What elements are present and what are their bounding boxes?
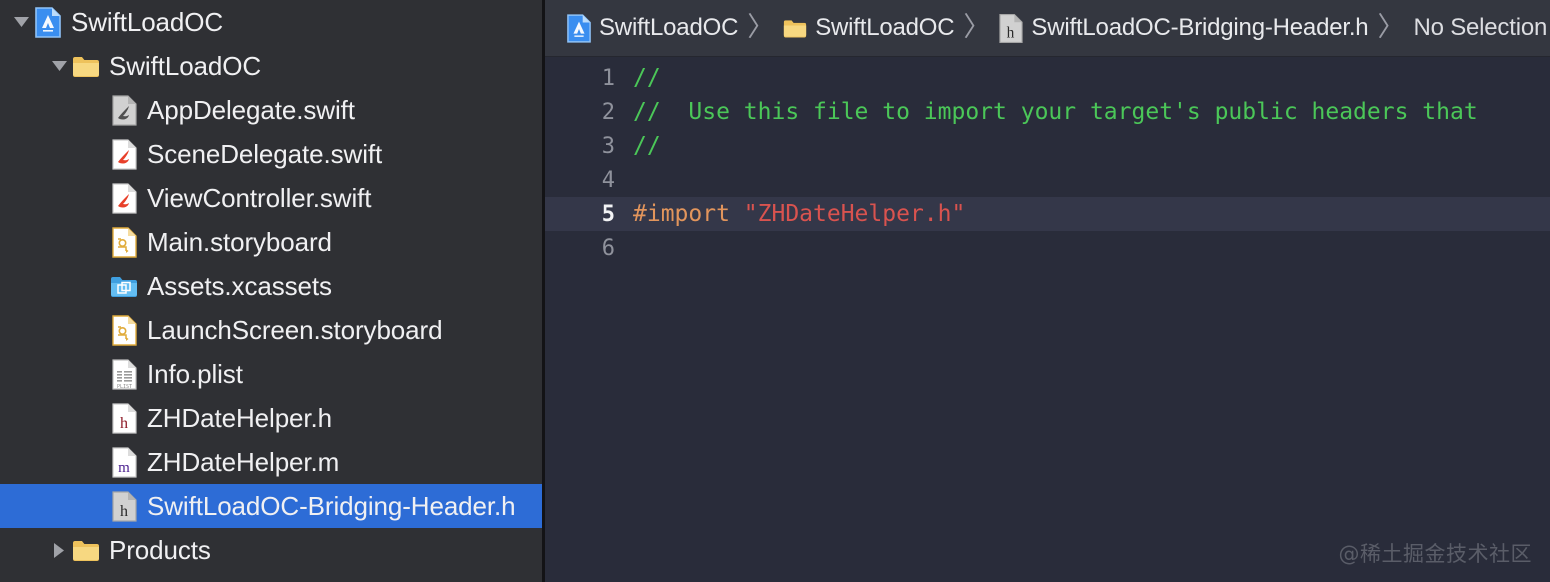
disclosure-down-icon[interactable]: [46, 44, 72, 88]
nav-row-label: SwiftLoadOC: [109, 51, 262, 81]
code-token: //: [633, 133, 661, 159]
twisty-placeholder: [84, 440, 110, 484]
nav-row-assets-xcassets[interactable]: Assets.xcassets: [0, 264, 542, 308]
nav-row-label: ViewController.swift: [147, 183, 372, 213]
code-token: "ZHDateHelper.h": [743, 201, 966, 227]
line-number: 1: [601, 65, 615, 91]
nav-row-main-storyboard[interactable]: Main.storyboard: [0, 220, 542, 264]
twisty-placeholder: [84, 176, 110, 220]
nav-row-label: SceneDelegate.swift: [147, 139, 383, 169]
twisty-placeholder: [84, 352, 110, 396]
nav-row-zhdatehelper-h[interactable]: h ZHDateHelper.h: [0, 396, 542, 440]
xcode-window: SwiftLoadOC SwiftLoadOC AppDelegate.swif…: [0, 0, 1550, 582]
code-token: //: [633, 65, 661, 91]
breadcrumb-item-4[interactable]: No Selection: [1413, 0, 1548, 56]
twisty-placeholder: [84, 264, 110, 308]
plist-file-icon: PLIST: [110, 358, 138, 390]
line-number: 6: [601, 235, 615, 261]
line-number: 5: [601, 201, 615, 227]
breadcrumb-separator-icon: 〉: [1377, 11, 1405, 42]
nav-row-label: ZHDateHelper.h: [147, 403, 333, 433]
watermark: @稀土掘金技术社区: [1338, 542, 1532, 566]
nav-row-info-plist[interactable]: PLIST Info.plist: [0, 352, 542, 396]
folder-yellow-icon: [72, 50, 100, 82]
breadcrumb-item-1[interactable]: SwiftLoadOC: [567, 0, 739, 56]
code-line-text: #import "ZHDateHelper.h": [633, 201, 965, 227]
swift-file-icon: [110, 138, 138, 170]
objc-file-icon: m: [110, 446, 138, 478]
nav-row-swiftloadoc-bridging-header-h[interactable]: h SwiftLoadOC-Bridging-Header.h: [0, 484, 542, 528]
breadcrumb-separator-icon: 〉: [963, 11, 991, 42]
nav-row-label: SwiftLoadOC-Bridging-Header.h: [147, 491, 516, 521]
header-file-icon: h: [110, 402, 138, 434]
xcode-project-icon: [34, 6, 62, 38]
nav-row-swiftloadoc[interactable]: SwiftLoadOC: [0, 44, 542, 88]
nav-row-products[interactable]: Products: [0, 528, 542, 572]
nav-row-label: SwiftLoadOC: [71, 7, 224, 37]
code-line-2[interactable]: 2 // Use this file to import your target'…: [545, 95, 1550, 129]
code-token: #import: [633, 201, 744, 227]
breadcrumb-item-label: No Selection: [1413, 14, 1548, 41]
storyboard-file-icon: [110, 314, 138, 346]
header-file-icon: h: [999, 13, 1024, 43]
code-line-5[interactable]: 5 #import "ZHDateHelper.h": [545, 197, 1550, 231]
code-token: // Use this file to import your target's…: [633, 99, 1478, 125]
svg-text:h: h: [120, 503, 128, 520]
breadcrumb-item-label: SwiftLoadOC: [815, 14, 955, 41]
svg-text:h: h: [1007, 24, 1015, 41]
twisty-placeholder: [84, 88, 110, 132]
nav-row-scenedelegate-swift[interactable]: SceneDelegate.swift: [0, 132, 542, 176]
twisty-placeholder: [84, 396, 110, 440]
nav-row-label: Info.plist: [147, 359, 243, 389]
folder-yellow-icon: [72, 534, 100, 566]
nav-row-label: Products: [109, 535, 211, 565]
twisty-placeholder: [84, 308, 110, 352]
breadcrumb-separator-icon: 〉: [747, 11, 775, 42]
code-line-3[interactable]: 3 //: [545, 129, 1550, 163]
breadcrumb[interactable]: SwiftLoadOC 〉 SwiftLoadOC 〉 h SwiftLoadOC-…: [545, 0, 1550, 57]
twisty-placeholder: [84, 484, 110, 528]
line-number: 2: [601, 99, 615, 125]
code-area[interactable]: 1 // 2 // Use this file to import your targ…: [545, 57, 1550, 582]
storyboard-file-icon: [110, 226, 138, 258]
disclosure-right-icon[interactable]: [46, 528, 72, 572]
twisty-placeholder: [84, 220, 110, 264]
line-number: 4: [601, 167, 615, 193]
breadcrumb-item-label: SwiftLoadOC-Bridging-Header.h: [1031, 14, 1369, 41]
svg-text:h: h: [120, 415, 128, 432]
nav-row-label: LaunchScreen.storyboard: [147, 315, 443, 345]
xcassets-folder-icon: [110, 270, 138, 302]
nav-row-label: Main.storyboard: [147, 227, 332, 257]
breadcrumb-item-label: SwiftLoadOC: [599, 14, 739, 41]
disclosure-down-icon[interactable]: [8, 0, 34, 44]
breadcrumb-item-3[interactable]: h SwiftLoadOC-Bridging-Header.h: [999, 0, 1369, 56]
code-line-text: // Use this file to import your target's…: [633, 99, 1478, 125]
editor-pane: SwiftLoadOC 〉 SwiftLoadOC 〉 h SwiftLoadOC-…: [545, 0, 1550, 582]
swift-file-icon: [110, 94, 138, 126]
header-file-icon: h: [110, 490, 138, 522]
swift-file-icon: [110, 182, 138, 214]
code-line-4[interactable]: 4: [545, 163, 1550, 197]
nav-row-launchscreen-storyboard[interactable]: LaunchScreen.storyboard: [0, 308, 542, 352]
svg-text:PLIST: PLIST: [116, 384, 131, 390]
folder-yellow-icon: [783, 14, 807, 42]
nav-row-label: Assets.xcassets: [147, 271, 332, 301]
code-line-1[interactable]: 1 //: [545, 61, 1550, 95]
line-number: 3: [601, 133, 615, 159]
code-line-text: //: [633, 65, 661, 91]
nav-row-label: ZHDateHelper.m: [147, 447, 340, 477]
nav-row-swiftloadoc[interactable]: SwiftLoadOC: [0, 0, 542, 44]
svg-text:m: m: [118, 460, 130, 476]
nav-row-appdelegate-swift[interactable]: AppDelegate.swift: [0, 88, 542, 132]
nav-row-zhdatehelper-m[interactable]: m ZHDateHelper.m: [0, 440, 542, 484]
xcode-project-icon: [567, 13, 591, 43]
code-line-6[interactable]: 6: [545, 231, 1550, 265]
nav-row-label: AppDelegate.swift: [147, 95, 355, 125]
nav-row-viewcontroller-swift[interactable]: ViewController.swift: [0, 176, 542, 220]
project-navigator[interactable]: SwiftLoadOC SwiftLoadOC AppDelegate.swif…: [0, 0, 545, 582]
breadcrumb-item-2[interactable]: SwiftLoadOC: [783, 0, 955, 56]
code-line-text: //: [633, 133, 661, 159]
twisty-placeholder: [84, 132, 110, 176]
